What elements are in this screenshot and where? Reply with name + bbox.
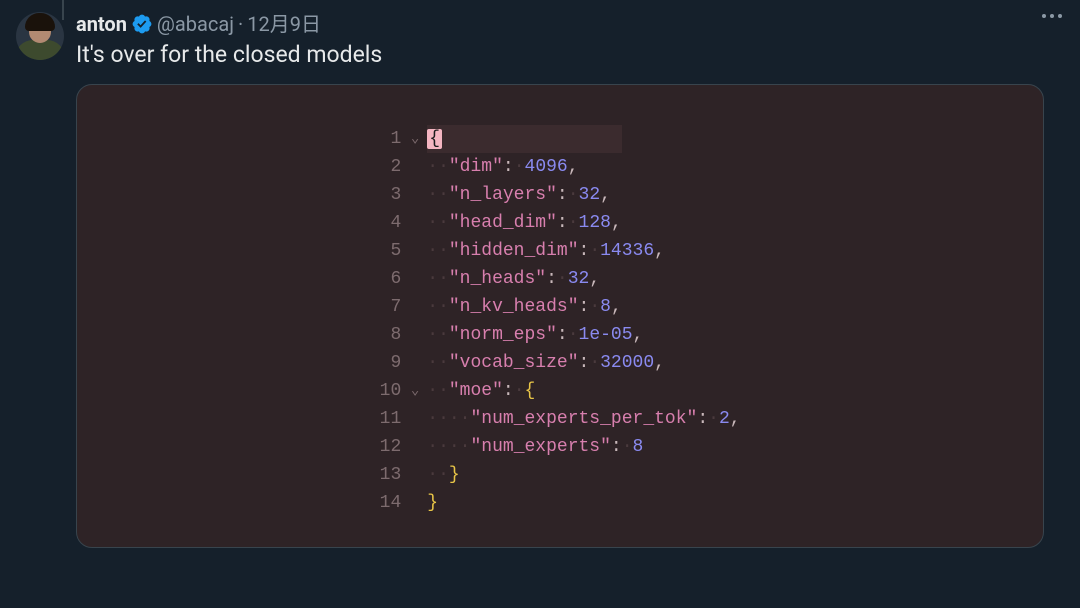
- separator: ·: [238, 12, 243, 36]
- code-line: ··}: [427, 461, 740, 489]
- line-number: 5⌄: [380, 237, 420, 265]
- code-line: ··"n_heads":·32,: [427, 265, 740, 293]
- code-line: ····"num_experts":·8: [427, 433, 740, 461]
- line-number: 13⌄: [380, 461, 420, 489]
- code-line: ··"head_dim":·128,: [427, 209, 740, 237]
- post-date[interactable]: 12月9日: [247, 12, 321, 36]
- code-line: ··"n_layers":·32,: [427, 181, 740, 209]
- display-name[interactable]: anton: [76, 12, 127, 36]
- line-number-gutter: 1⌄2⌄3⌄4⌄5⌄6⌄7⌄8⌄9⌄10⌄11⌄12⌄13⌄14⌄: [380, 125, 428, 517]
- tweet-content: anton @abacaj · 12月9日 It's over for the …: [76, 12, 1064, 548]
- line-number: 2⌄: [380, 153, 420, 181]
- handle[interactable]: @abacaj: [157, 12, 234, 36]
- avatar[interactable]: [16, 12, 64, 60]
- tweet-header: anton @abacaj · 12月9日: [76, 12, 1064, 36]
- line-number: 9⌄: [380, 349, 420, 377]
- code-line: ··"moe":·{: [427, 377, 740, 405]
- more-options-button[interactable]: [1042, 14, 1062, 18]
- code-lines: {··"dim":·4096,··"n_layers":·32,··"head_…: [427, 125, 740, 517]
- fold-chevron-icon: ⌄: [407, 377, 419, 405]
- code-line: }: [427, 489, 740, 517]
- line-number: 3⌄: [380, 181, 420, 209]
- code-block: 1⌄2⌄3⌄4⌄5⌄6⌄7⌄8⌄9⌄10⌄11⌄12⌄13⌄14⌄ {··"di…: [97, 125, 1023, 517]
- code-line: ··"hidden_dim":·14336,: [427, 237, 740, 265]
- line-number: 6⌄: [380, 265, 420, 293]
- avatar-column: [16, 12, 64, 548]
- fold-chevron-icon: ⌄: [407, 125, 419, 153]
- line-number: 4⌄: [380, 209, 420, 237]
- code-line: {: [427, 125, 740, 153]
- media-card[interactable]: 1⌄2⌄3⌄4⌄5⌄6⌄7⌄8⌄9⌄10⌄11⌄12⌄13⌄14⌄ {··"di…: [76, 84, 1044, 548]
- code-line: ··"vocab_size":·32000,: [427, 349, 740, 377]
- line-number: 10⌄: [380, 377, 420, 405]
- line-number: 12⌄: [380, 433, 420, 461]
- line-number: 7⌄: [380, 293, 420, 321]
- code-line: ··"norm_eps":·1e-05,: [427, 321, 740, 349]
- line-number: 14⌄: [380, 489, 420, 517]
- code-line: ··"n_kv_heads":·8,: [427, 293, 740, 321]
- verified-badge-icon: [131, 13, 153, 35]
- tweet-text: It's over for the closed models: [76, 40, 1064, 70]
- code-line: ····"num_experts_per_tok":·2,: [427, 405, 740, 433]
- thread-line: [62, 0, 64, 20]
- tweet-container: anton @abacaj · 12月9日 It's over for the …: [0, 0, 1080, 560]
- line-number: 1⌄: [380, 125, 420, 153]
- line-number: 11⌄: [380, 405, 420, 433]
- line-number: 8⌄: [380, 321, 420, 349]
- code-line: ··"dim":·4096,: [427, 153, 740, 181]
